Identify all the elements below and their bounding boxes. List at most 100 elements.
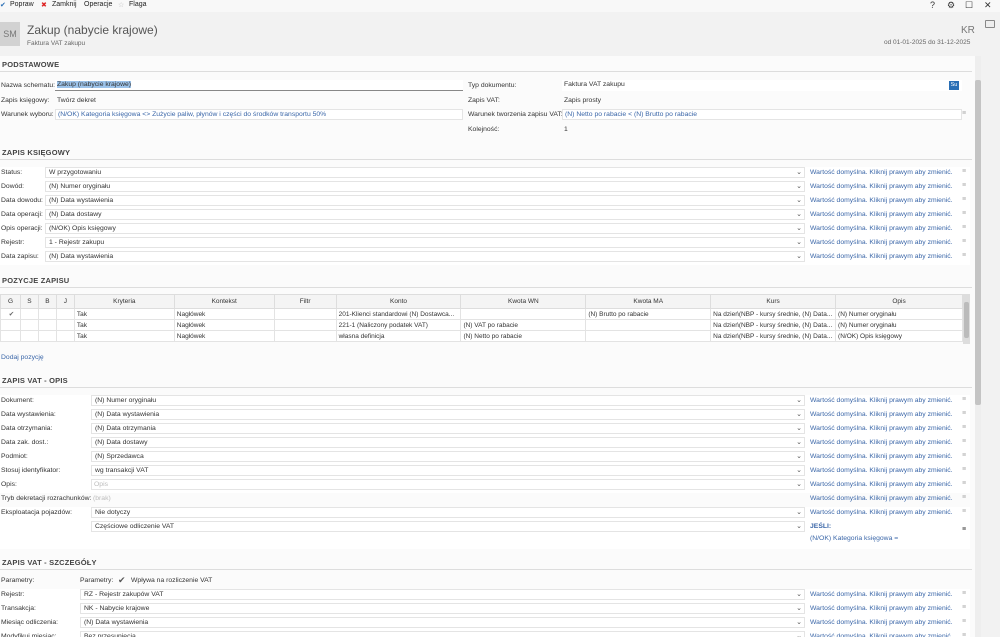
column-header[interactable]: Kwota MA bbox=[585, 294, 712, 309]
menu-icon[interactable]: ≡ bbox=[962, 238, 966, 245]
default-value-hint[interactable]: Wartość domyślna. Kliknij prawym aby zmi… bbox=[810, 183, 953, 190]
zapis-value[interactable]: Twórz dekret bbox=[57, 97, 96, 104]
default-value-hint[interactable]: Wartość domyślna. Kliknij prawym aby zmi… bbox=[810, 509, 953, 516]
tryb-value[interactable]: (brak) bbox=[93, 495, 111, 502]
column-header[interactable]: Kwota WN bbox=[460, 294, 587, 309]
menu-icon[interactable]: ≡ bbox=[962, 526, 966, 533]
menu-icon[interactable]: ≡ bbox=[962, 224, 966, 231]
field-select[interactable]: (N) Data wystawienia ⌄ bbox=[45, 251, 805, 262]
popraw-button[interactable]: Popraw bbox=[10, 1, 34, 8]
menu-icon[interactable]: ≡ bbox=[962, 632, 966, 637]
field-select[interactable]: (N) Data wystawienia ⌄ bbox=[80, 617, 805, 628]
default-value-hint[interactable]: Wartość domyślna. Kliknij prawym aby zmi… bbox=[810, 397, 953, 404]
eksploatacja-select-2[interactable]: Częściowe odliczenie VAT ⌄ bbox=[91, 521, 805, 532]
menu-icon[interactable]: ≡ bbox=[962, 452, 966, 459]
field-select[interactable]: (N) Data otrzymania ⌄ bbox=[91, 423, 805, 434]
warunek-value[interactable]: (N/OK) Kategoria księgowa <> Zużycie pal… bbox=[55, 109, 463, 120]
menu-icon[interactable]: ≡ bbox=[962, 396, 966, 403]
default-value-hint[interactable]: Wartość domyślna. Kliknij prawym aby zmi… bbox=[810, 495, 953, 502]
field-select[interactable]: (N) Sprzedawca ⌄ bbox=[91, 451, 805, 462]
table-row[interactable]: Tak Nagłówek własna definicja (N) Netto po … bbox=[0, 330, 963, 342]
default-value-hint[interactable]: Wartość domyślna. Kliknij prawym aby zmi… bbox=[810, 453, 953, 460]
zapisvat-value[interactable]: Zapis prosty bbox=[564, 97, 601, 104]
column-header[interactable]: Kurs bbox=[710, 294, 837, 309]
warunek2-value[interactable]: (N) Netto po rabacie < (N) Brutto po rab… bbox=[562, 109, 962, 120]
default-value-hint[interactable]: Wartość domyślna. Kliknij prawym aby zmi… bbox=[810, 411, 953, 418]
default-value-hint[interactable]: Wartość domyślna. Kliknij prawym aby zmi… bbox=[810, 439, 953, 446]
column-header[interactable]: Filtr bbox=[273, 294, 337, 309]
default-value-hint[interactable]: Wartość domyślna. Kliknij prawym aby zmi… bbox=[810, 253, 953, 260]
field-select[interactable]: (N) Data dostawy ⌄ bbox=[45, 209, 805, 220]
check-icon[interactable]: ✔ bbox=[118, 575, 126, 586]
menu-icon[interactable]: ≡ bbox=[962, 604, 966, 611]
field-select[interactable]: RZ - Rejestr zakupów VAT ⌄ bbox=[80, 589, 805, 600]
field-select[interactable]: (N) Numer oryginału ⌄ bbox=[45, 181, 805, 192]
default-value-hint[interactable]: Wartość domyślna. Kliknij prawym aby zmi… bbox=[810, 225, 953, 232]
comment-icon[interactable] bbox=[985, 20, 995, 28]
menu-icon[interactable]: ≡ bbox=[962, 410, 966, 417]
maximize-icon[interactable]: ☐ bbox=[965, 1, 973, 10]
page-scroll-thumb[interactable] bbox=[975, 80, 981, 405]
table-row[interactable]: ✔ Tak Nagłówek 201-Klienci standardowi (N) … bbox=[0, 308, 963, 320]
default-value-hint[interactable]: Wartość domyślna. Kliknij prawym aby zmi… bbox=[810, 211, 953, 218]
field-select[interactable]: Bez przesunięcia ⌄ bbox=[80, 631, 805, 637]
opis-input[interactable]: Opis ⌄ bbox=[91, 479, 805, 490]
menu-icon[interactable]: ≡ bbox=[962, 110, 966, 117]
menu-icon[interactable]: ≡ bbox=[962, 168, 966, 175]
eksploatacja-select[interactable]: Nie dotyczy ⌄ bbox=[91, 507, 805, 518]
menu-icon[interactable]: ≡ bbox=[962, 182, 966, 189]
field-select[interactable]: NK - Nabycie krajowe ⌄ bbox=[80, 603, 805, 614]
window-close-icon[interactable]: ✕ bbox=[984, 1, 992, 10]
jesli-condition[interactable]: (N/OK) Kategoria księgowa = bbox=[810, 535, 898, 542]
menu-icon[interactable]: ≡ bbox=[962, 252, 966, 259]
default-value-hint[interactable]: Wartość domyślna. Kliknij prawym aby zmi… bbox=[810, 425, 953, 432]
default-value-hint[interactable]: Wartość domyślna. Kliknij prawym aby zmi… bbox=[810, 481, 953, 488]
field-select[interactable]: wg transakcji VAT ⌄ bbox=[91, 465, 805, 476]
field-select[interactable]: W przygotowaniu ⌄ bbox=[45, 167, 805, 178]
default-value-hint[interactable]: Wartość domyślna. Kliknij prawym aby zmi… bbox=[810, 605, 953, 612]
column-header[interactable]: G bbox=[0, 294, 21, 309]
default-value-hint[interactable]: Wartość domyślna. Kliknij prawym aby zmi… bbox=[810, 169, 953, 176]
default-value-hint[interactable]: Wartość domyślna. Kliknij prawym aby zmi… bbox=[810, 591, 953, 598]
menu-icon[interactable]: ≡ bbox=[962, 618, 966, 625]
column-header[interactable]: J bbox=[55, 294, 75, 309]
default-value-hint[interactable]: Wartość domyślna. Kliknij prawym aby zmi… bbox=[810, 197, 953, 204]
field-select[interactable]: (N) Data wystawienia ⌄ bbox=[91, 409, 805, 420]
column-header[interactable]: Opis bbox=[835, 294, 963, 309]
field-select[interactable]: (N) Data dostawy ⌄ bbox=[91, 437, 805, 448]
flaga-button[interactable]: Flaga bbox=[129, 1, 147, 8]
field-select[interactable]: (N/OK) Opis księgowy ⌄ bbox=[45, 223, 805, 234]
menu-icon[interactable]: ≡ bbox=[962, 210, 966, 217]
column-header[interactable]: Kontekst bbox=[173, 294, 275, 309]
operacje-button[interactable]: Operacje bbox=[84, 1, 112, 8]
menu-icon[interactable]: ≡ bbox=[962, 466, 966, 473]
zamknij-button[interactable]: Zamknij bbox=[52, 1, 77, 8]
kolejnosc-value[interactable]: 1 bbox=[564, 126, 568, 133]
default-value-hint[interactable]: Wartość domyślna. Kliknij prawym aby zmi… bbox=[810, 467, 953, 474]
wplywa-checkbox-label[interactable]: Wpływa na rozliczenie VAT bbox=[131, 577, 212, 584]
column-header[interactable]: Konto bbox=[335, 294, 462, 309]
add-position-link[interactable]: Dodaj pozycję bbox=[1, 354, 44, 361]
grid-scroll-thumb[interactable] bbox=[964, 302, 969, 338]
menu-icon[interactable]: ≡ bbox=[962, 494, 966, 501]
menu-icon[interactable]: ≡ bbox=[962, 590, 966, 597]
table-row[interactable]: Tak Nagłówek 221-1 (Naliczony podatek VAT)… bbox=[0, 319, 963, 331]
default-value-hint[interactable]: Wartość domyślna. Kliknij prawym aby zmi… bbox=[810, 633, 953, 637]
nazwa-input[interactable]: Zakup (nabycie krajowe) bbox=[55, 80, 463, 91]
field-select[interactable]: (N) Data wystawienia ⌄ bbox=[45, 195, 805, 206]
menu-icon[interactable]: ≡ bbox=[962, 424, 966, 431]
field-select[interactable]: 1 - Rejestr zakupu ⌄ bbox=[45, 237, 805, 248]
default-value-hint[interactable]: Wartość domyślna. Kliknij prawym aby zmi… bbox=[810, 239, 953, 246]
column-header[interactable]: Kryteria bbox=[73, 294, 175, 309]
typ-input[interactable]: Faktura VAT zakupu bbox=[562, 80, 962, 91]
gear-icon[interactable]: ⚙ bbox=[947, 1, 955, 10]
menu-icon[interactable]: ≡ bbox=[962, 196, 966, 203]
column-header[interactable]: B bbox=[37, 294, 57, 309]
column-header[interactable]: S bbox=[19, 294, 39, 309]
menu-icon[interactable]: ≡ bbox=[962, 480, 966, 487]
menu-icon[interactable]: ≡ bbox=[962, 508, 966, 515]
menu-icon[interactable]: ≡ bbox=[962, 438, 966, 445]
typ-select-button[interactable]: Su bbox=[949, 81, 959, 90]
default-value-hint[interactable]: Wartość domyślna. Kliknij prawym aby zmi… bbox=[810, 619, 953, 626]
field-select[interactable]: (N) Numer oryginału ⌄ bbox=[91, 395, 805, 406]
